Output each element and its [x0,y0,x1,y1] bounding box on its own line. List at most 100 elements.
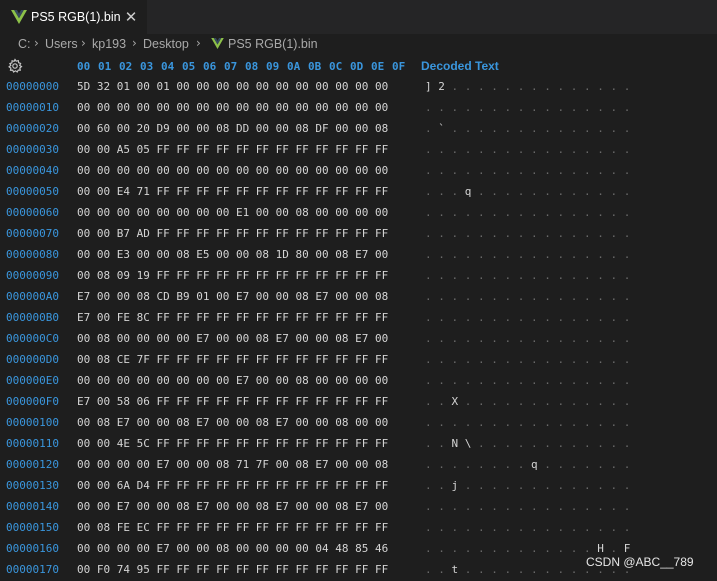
row-address: 00000000 [6,80,59,93]
column-header-byte: 0E [371,60,385,73]
row-decoded-text[interactable]: . . X . . . . . . . . . . . . . [425,395,630,408]
row-decoded-text[interactable]: . . . . . . . . . . . . . . . . [425,164,630,177]
row-decoded-text[interactable]: . . j . . . . . . . . . . . . . [425,479,630,492]
row-decoded-text[interactable]: . . . . . . . . . . . . . . . . [425,101,630,114]
tab-ps5-rgb-bin[interactable]: PS5 RGB(1).bin ✕ [0,0,147,34]
row-decoded-text[interactable]: . . . . . . . . q . . . . . . . [425,458,630,471]
vue-file-icon [11,10,27,24]
column-header-byte: 08 [245,60,259,73]
breadcrumb-item[interactable]: Desktop [143,37,189,51]
hex-row: 000000B0 E7 00 FE 8C FF FF FF FF FF FF FF… [0,308,717,329]
row-bytes[interactable]: 00 00 00 00 00 00 00 00 E1 00 00 08 00 0… [77,206,388,219]
row-bytes[interactable]: 00 00 00 00 E7 00 00 08 00 00 00 00 04 4… [77,542,388,555]
row-address: 00000040 [6,164,59,177]
close-icon[interactable]: ✕ [123,8,139,26]
row-bytes[interactable]: 00 00 4E 5C FF FF FF FF FF FF FF FF FF F… [77,437,388,450]
row-decoded-text[interactable]: . . . . . . . . . . . . . . . . [425,206,630,219]
row-address: 00000110 [6,437,59,450]
row-bytes[interactable]: E7 00 00 08 CD B9 01 00 E7 00 00 08 E7 0… [77,290,388,303]
row-address: 00000120 [6,458,59,471]
hex-row: 000000D0 00 08 CE 7F FF FF FF FF FF FF FF… [0,350,717,371]
row-bytes[interactable]: 00 08 09 19 FF FF FF FF FF FF FF FF FF F… [77,269,388,282]
row-address: 00000090 [6,269,59,282]
row-bytes[interactable]: E7 00 58 06 FF FF FF FF FF FF FF FF FF F… [77,395,388,408]
row-address: 000000E0 [6,374,59,387]
hex-row: 00000070 00 00 B7 AD FF FF FF FF FF FF FF… [0,224,717,245]
row-address: 00000140 [6,500,59,513]
row-decoded-text[interactable]: . . . q . . . . . . . . . . . . [425,185,630,198]
row-address: 00000060 [6,206,59,219]
vue-file-icon [211,38,224,49]
row-address: 00000010 [6,101,59,114]
column-header-byte: 04 [161,60,175,73]
row-bytes[interactable]: 00 08 E7 00 00 08 E7 00 00 08 E7 00 00 0… [77,416,388,429]
hex-row: 00000010 00 00 00 00 00 00 00 00 00 00 00… [0,98,717,119]
breadcrumb-item[interactable]: Users [45,37,78,51]
hex-row: 00000090 00 08 09 19 FF FF FF FF FF FF FF… [0,266,717,287]
breadcrumb-item[interactable]: kp193 [92,37,126,51]
hex-row: 00000050 00 00 E4 71 FF FF FF FF FF FF FF… [0,182,717,203]
chevron-right-icon: › [34,36,39,50]
row-bytes[interactable]: 00 00 00 00 00 00 00 00 00 00 00 00 00 0… [77,164,388,177]
row-decoded-text[interactable]: . . . . . . . . . . . . . H . F [425,542,630,555]
column-header-byte: 07 [224,60,238,73]
row-bytes[interactable]: 00 00 A5 05 FF FF FF FF FF FF FF FF FF F… [77,143,388,156]
row-address: 00000020 [6,122,59,135]
tab-title: PS5 RGB(1).bin [31,10,121,24]
row-bytes[interactable]: 00 00 B7 AD FF FF FF FF FF FF FF FF FF F… [77,227,388,240]
chevron-right-icon: › [196,36,201,50]
row-bytes[interactable]: 00 00 6A D4 FF FF FF FF FF FF FF FF FF F… [77,479,388,492]
row-decoded-text[interactable]: . . N \ . . . . . . . . . . . . [425,437,630,450]
hex-row: 000000A0 E7 00 00 08 CD B9 01 00 E7 00 00… [0,287,717,308]
row-bytes[interactable]: 00 00 E3 00 00 08 E5 00 00 08 1D 80 00 0… [77,248,388,261]
row-bytes[interactable]: 00 F0 74 95 FF FF FF FF FF FF FF FF FF F… [77,563,388,576]
row-bytes[interactable]: 00 00 00 00 00 00 00 00 E7 00 00 08 00 0… [77,374,388,387]
column-header-byte: 0C [329,60,343,73]
hex-row: 00000020 00 60 00 20 D9 00 00 08 DD 00 00… [0,119,717,140]
row-decoded-text[interactable]: . . . . . . . . . . . . . . . . [425,269,630,282]
row-bytes[interactable]: 00 60 00 20 D9 00 00 08 DD 00 00 08 DF 0… [77,122,388,135]
column-header-byte: 0D [350,60,364,73]
column-header-byte: 0B [308,60,322,73]
row-decoded-text[interactable]: . . . . . . . . . . . . . . . . [425,290,630,303]
row-decoded-text[interactable]: . . . . . . . . . . . . . . . . [425,353,630,366]
row-address: 00000170 [6,563,59,576]
row-bytes[interactable]: 00 00 00 00 00 00 00 00 00 00 00 00 00 0… [77,101,388,114]
hex-row: 00000040 00 00 00 00 00 00 00 00 00 00 00… [0,161,717,182]
row-decoded-text[interactable]: . . . . . . . . . . . . . . . . [425,374,630,387]
row-decoded-text[interactable]: . . . . . . . . . . . . . . . . [425,143,630,156]
row-decoded-text[interactable]: . ` . . . . . . . . . . . . . . [425,122,630,135]
row-bytes[interactable]: 5D 32 01 00 01 00 00 00 00 00 00 00 00 0… [77,80,388,93]
column-header-byte: 05 [182,60,196,73]
row-decoded-text[interactable]: . . . . . . . . . . . . . . . . [425,521,630,534]
row-address: 00000050 [6,185,59,198]
row-address: 00000080 [6,248,59,261]
row-decoded-text[interactable]: . . . . . . . . . . . . . . . . [425,227,630,240]
row-bytes[interactable]: 00 00 00 00 E7 00 00 08 71 7F 00 08 E7 0… [77,458,388,471]
breadcrumb-item[interactable]: PS5 RGB(1).bin [228,37,318,51]
chevron-right-icon: › [132,36,137,50]
row-address: 00000030 [6,143,59,156]
hex-row: 00000030 00 00 A5 05 FF FF FF FF FF FF FF… [0,140,717,161]
breadcrumb-item[interactable]: C: [18,37,31,51]
row-address: 000000A0 [6,290,59,303]
column-header-byte: 06 [203,60,217,73]
row-decoded-text[interactable]: ] 2 . . . . . . . . . . . . . . [425,80,630,93]
row-bytes[interactable]: 00 08 00 00 00 00 E7 00 00 08 E7 00 00 0… [77,332,388,345]
row-bytes[interactable]: 00 08 FE EC FF FF FF FF FF FF FF FF FF F… [77,521,388,534]
row-bytes[interactable]: 00 00 E4 71 FF FF FF FF FF FF FF FF FF F… [77,185,388,198]
row-decoded-text[interactable]: . . . . . . . . . . . . . . . . [425,416,630,429]
row-bytes[interactable]: 00 08 CE 7F FF FF FF FF FF FF FF FF FF F… [77,353,388,366]
row-bytes[interactable]: E7 00 FE 8C FF FF FF FF FF FF FF FF FF F… [77,311,388,324]
row-decoded-text[interactable]: . . . . . . . . . . . . . . . . [425,332,630,345]
row-bytes[interactable]: 00 00 E7 00 00 08 E7 00 00 08 E7 00 00 0… [77,500,388,513]
row-decoded-text[interactable]: . . . . . . . . . . . . . . . . [425,500,630,513]
row-decoded-text[interactable]: . . . . . . . . . . . . . . . . [425,311,630,324]
row-decoded-text[interactable]: . . . . . . . . . . . . . . . . [425,248,630,261]
gear-icon[interactable] [7,58,23,74]
row-address: 000000D0 [6,353,59,366]
hex-row: 00000140 00 00 E7 00 00 08 E7 00 00 08 E7… [0,497,717,518]
tab-bar: PS5 RGB(1).bin ✕ [0,0,717,34]
hex-row: 00000080 00 00 E3 00 00 08 E5 00 00 08 1D… [0,245,717,266]
hex-row: 000000F0 E7 00 58 06 FF FF FF FF FF FF FF… [0,392,717,413]
